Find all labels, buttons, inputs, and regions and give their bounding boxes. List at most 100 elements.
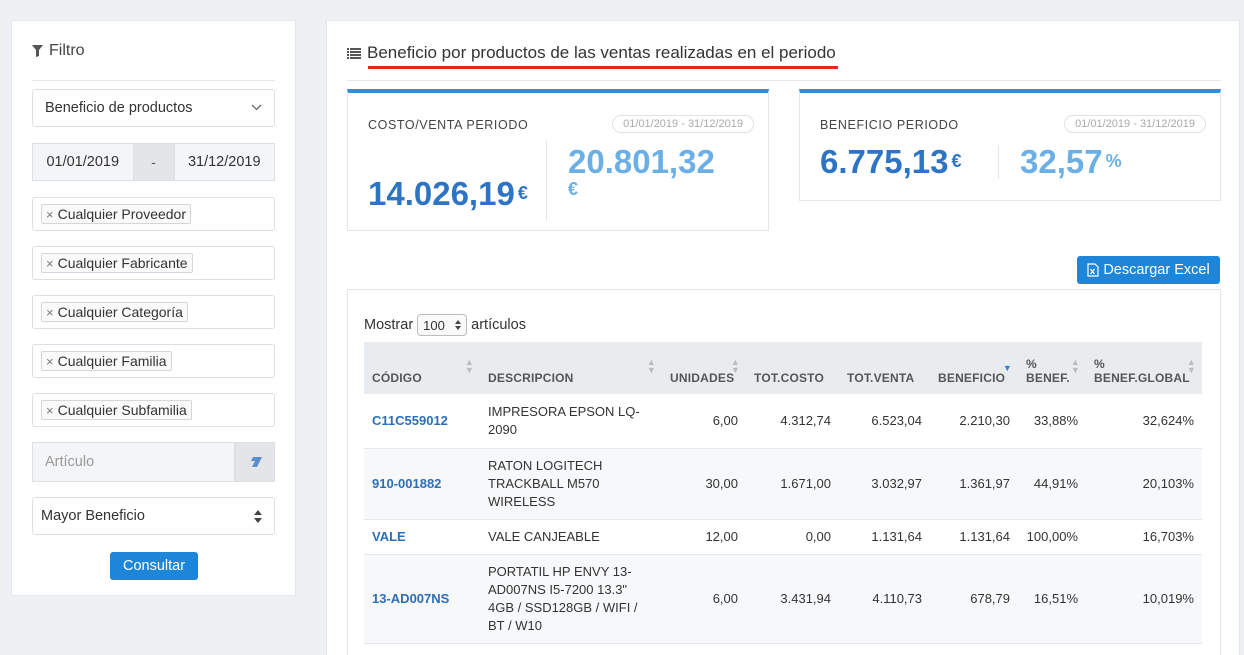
row-desc: PORTATIL HP ENVY 13-AD007NS I5-7200 13.3… bbox=[480, 554, 662, 644]
row-units: 6,00 bbox=[662, 554, 746, 644]
row-code-link[interactable] bbox=[364, 643, 480, 655]
row-code-link[interactable]: C11C559012 bbox=[364, 394, 480, 449]
row-pct: 33,88% bbox=[1018, 394, 1086, 449]
date-to-input[interactable]: 31/12/2019 bbox=[173, 143, 275, 181]
show-prefix: Mostrar bbox=[364, 317, 414, 333]
category-filter[interactable]: × Cualquier Categoría bbox=[32, 295, 275, 329]
remove-tag-icon[interactable]: × bbox=[46, 256, 54, 271]
row-units: 12,00 bbox=[662, 519, 746, 555]
profit-range: 01/01/2019 - 31/12/2019 bbox=[1064, 115, 1206, 133]
filter-title: Filtro bbox=[49, 41, 85, 59]
list-icon bbox=[347, 47, 361, 59]
row-units: 30,00 bbox=[662, 448, 746, 520]
col-header-pct[interactable]: % BENEF. ▲ ▼ bbox=[1018, 342, 1086, 394]
col-header-gpct[interactable]: % BENEF.GLOBAL ▲ ▼ bbox=[1086, 342, 1202, 394]
row-profit: 1.131,64 bbox=[930, 519, 1018, 555]
report-type-select[interactable]: Beneficio de productos bbox=[32, 89, 275, 127]
supplier-tag-label: Cualquier Proveedor bbox=[57, 206, 186, 222]
row-gpct: 20,103% bbox=[1086, 448, 1202, 520]
card-separator bbox=[998, 145, 999, 179]
profit-unit: € bbox=[951, 151, 962, 172]
remove-tag-icon[interactable]: × bbox=[46, 305, 54, 320]
show-suffix: artículos bbox=[471, 317, 526, 333]
sort-arrows-icon bbox=[254, 510, 262, 523]
col-header-desc[interactable]: DESCRIPCION ▲ ▼ bbox=[480, 342, 662, 394]
row-desc: SOPORTE MONITOR bbox=[480, 643, 662, 655]
row-units bbox=[662, 643, 746, 655]
row-cost: 1.671,00 bbox=[746, 448, 839, 520]
row-pct: 44,91% bbox=[1018, 448, 1086, 520]
row-profit: 2.210,30 bbox=[930, 394, 1018, 449]
col-header-code[interactable]: CÓDIGO ▲ ▼ bbox=[364, 342, 480, 394]
filter-icon bbox=[32, 44, 43, 57]
remove-tag-icon[interactable]: × bbox=[46, 207, 54, 222]
row-sale: 1.131,64 bbox=[839, 519, 930, 555]
cost-sale-range: 01/01/2019 - 31/12/2019 bbox=[612, 115, 754, 133]
supplier-filter[interactable]: × Cualquier Proveedor bbox=[32, 197, 275, 231]
family-filter[interactable]: × Cualquier Familia bbox=[32, 344, 275, 378]
clear-article-button[interactable] bbox=[235, 442, 275, 482]
row-desc: VALE CANJEABLE bbox=[480, 519, 662, 555]
row-sale bbox=[839, 643, 930, 655]
cost-sale-card: COSTO/VENTA PERIODO 01/01/2019 - 31/12/2… bbox=[347, 89, 769, 231]
page-length-value: 100 bbox=[423, 317, 445, 333]
sale-value: 20.801,32 bbox=[568, 143, 715, 180]
row-sale: 6.523,04 bbox=[839, 394, 930, 449]
family-tag: × Cualquier Familia bbox=[41, 351, 172, 371]
cost-sale-label: COSTO/VENTA PERIODO bbox=[368, 118, 529, 132]
table-row[interactable]: VALE VALE CANJEABLE 12,00 0,00 1.131,64 … bbox=[364, 519, 1202, 555]
row-pct: 100,00% bbox=[1018, 519, 1086, 555]
page-title: Beneficio por productos de las ventas re… bbox=[367, 43, 836, 62]
col-header-cost[interactable]: TOT.COSTO bbox=[746, 342, 839, 394]
row-units: 6,00 bbox=[662, 394, 746, 449]
row-code-link[interactable]: VALE bbox=[364, 519, 480, 555]
category-tag: × Cualquier Categoría bbox=[41, 302, 188, 322]
sort-icon: ▲ ▼ bbox=[1186, 357, 1196, 375]
table-row[interactable]: SOPORTE MONITOR bbox=[364, 643, 1202, 655]
row-profit: 678,79 bbox=[930, 554, 1018, 644]
consult-button[interactable]: Consultar bbox=[110, 552, 198, 580]
table-row[interactable]: 13-AD007NS PORTATIL HP ENVY 13-AD007NS I… bbox=[364, 554, 1202, 644]
article-search: Artículo bbox=[32, 442, 275, 482]
manufacturer-filter[interactable]: × Cualquier Fabricante bbox=[32, 246, 275, 280]
row-code-link[interactable]: 13-AD007NS bbox=[364, 554, 480, 644]
col-header-sale[interactable]: TOT.VENTA bbox=[839, 342, 930, 394]
page-length-control: Mostrar 100 artículos bbox=[364, 314, 526, 336]
filter-header: Filtro bbox=[32, 21, 275, 81]
table-row[interactable]: C11C559012 IMPRESORA EPSON LQ-2090 6,00 … bbox=[364, 394, 1202, 449]
excel-file-icon bbox=[1087, 263, 1099, 277]
col-header-profit[interactable]: BENEFICIO ▼ bbox=[930, 342, 1018, 394]
subfamily-tag-label: Cualquier Subfamilia bbox=[57, 402, 187, 418]
subfamily-filter[interactable]: × Cualquier Subfamilia bbox=[32, 393, 275, 427]
row-cost bbox=[746, 643, 839, 655]
order-select[interactable]: Mayor Beneficio bbox=[32, 497, 275, 535]
row-profit bbox=[930, 643, 1018, 655]
sort-arrows-icon bbox=[455, 320, 462, 330]
results-table: CÓDIGO ▲ ▼ DESCRIPCION ▲ ▼ UNIDADES ▲ ▼ TOT.CO… bbox=[364, 342, 1202, 655]
sort-icon: ▲ ▼ bbox=[464, 357, 474, 375]
report-header: Beneficio por productos de las ventas re… bbox=[347, 43, 836, 63]
article-input[interactable]: Artículo bbox=[32, 442, 235, 482]
sort-icon: ▲ ▼ bbox=[730, 357, 740, 375]
page-length-select[interactable]: 100 bbox=[417, 314, 468, 336]
remove-tag-icon[interactable]: × bbox=[46, 403, 54, 418]
row-code-link[interactable]: 910-001882 bbox=[364, 448, 480, 520]
family-tag-label: Cualquier Familia bbox=[57, 353, 167, 369]
col-header-units[interactable]: UNIDADES ▲ ▼ bbox=[662, 342, 746, 394]
row-pct: 16,51% bbox=[1018, 554, 1086, 644]
row-sale: 3.032,97 bbox=[839, 448, 930, 520]
cost-value: 14.026,19 bbox=[368, 175, 515, 212]
row-cost: 0,00 bbox=[746, 519, 839, 555]
percent-unit: % bbox=[1105, 151, 1122, 172]
date-from-input[interactable]: 01/01/2019 bbox=[32, 143, 134, 181]
sale-total: 20.801,32 € bbox=[568, 143, 748, 200]
date-range: 01/01/2019 - 31/12/2019 bbox=[32, 143, 275, 181]
profit-card: BENEFICIO PERIODO 01/01/2019 - 31/12/201… bbox=[799, 89, 1221, 201]
remove-tag-icon[interactable]: × bbox=[46, 354, 54, 369]
card-separator bbox=[546, 141, 547, 221]
download-excel-button[interactable]: Descargar Excel bbox=[1077, 256, 1220, 284]
table-row[interactable]: 910-001882 RATON LOGITECH TRACKBALL M570… bbox=[364, 448, 1202, 520]
title-underline bbox=[368, 66, 838, 69]
manufacturer-tag-label: Cualquier Fabricante bbox=[57, 255, 188, 271]
cost-total: 14.026,19 € bbox=[368, 175, 528, 213]
